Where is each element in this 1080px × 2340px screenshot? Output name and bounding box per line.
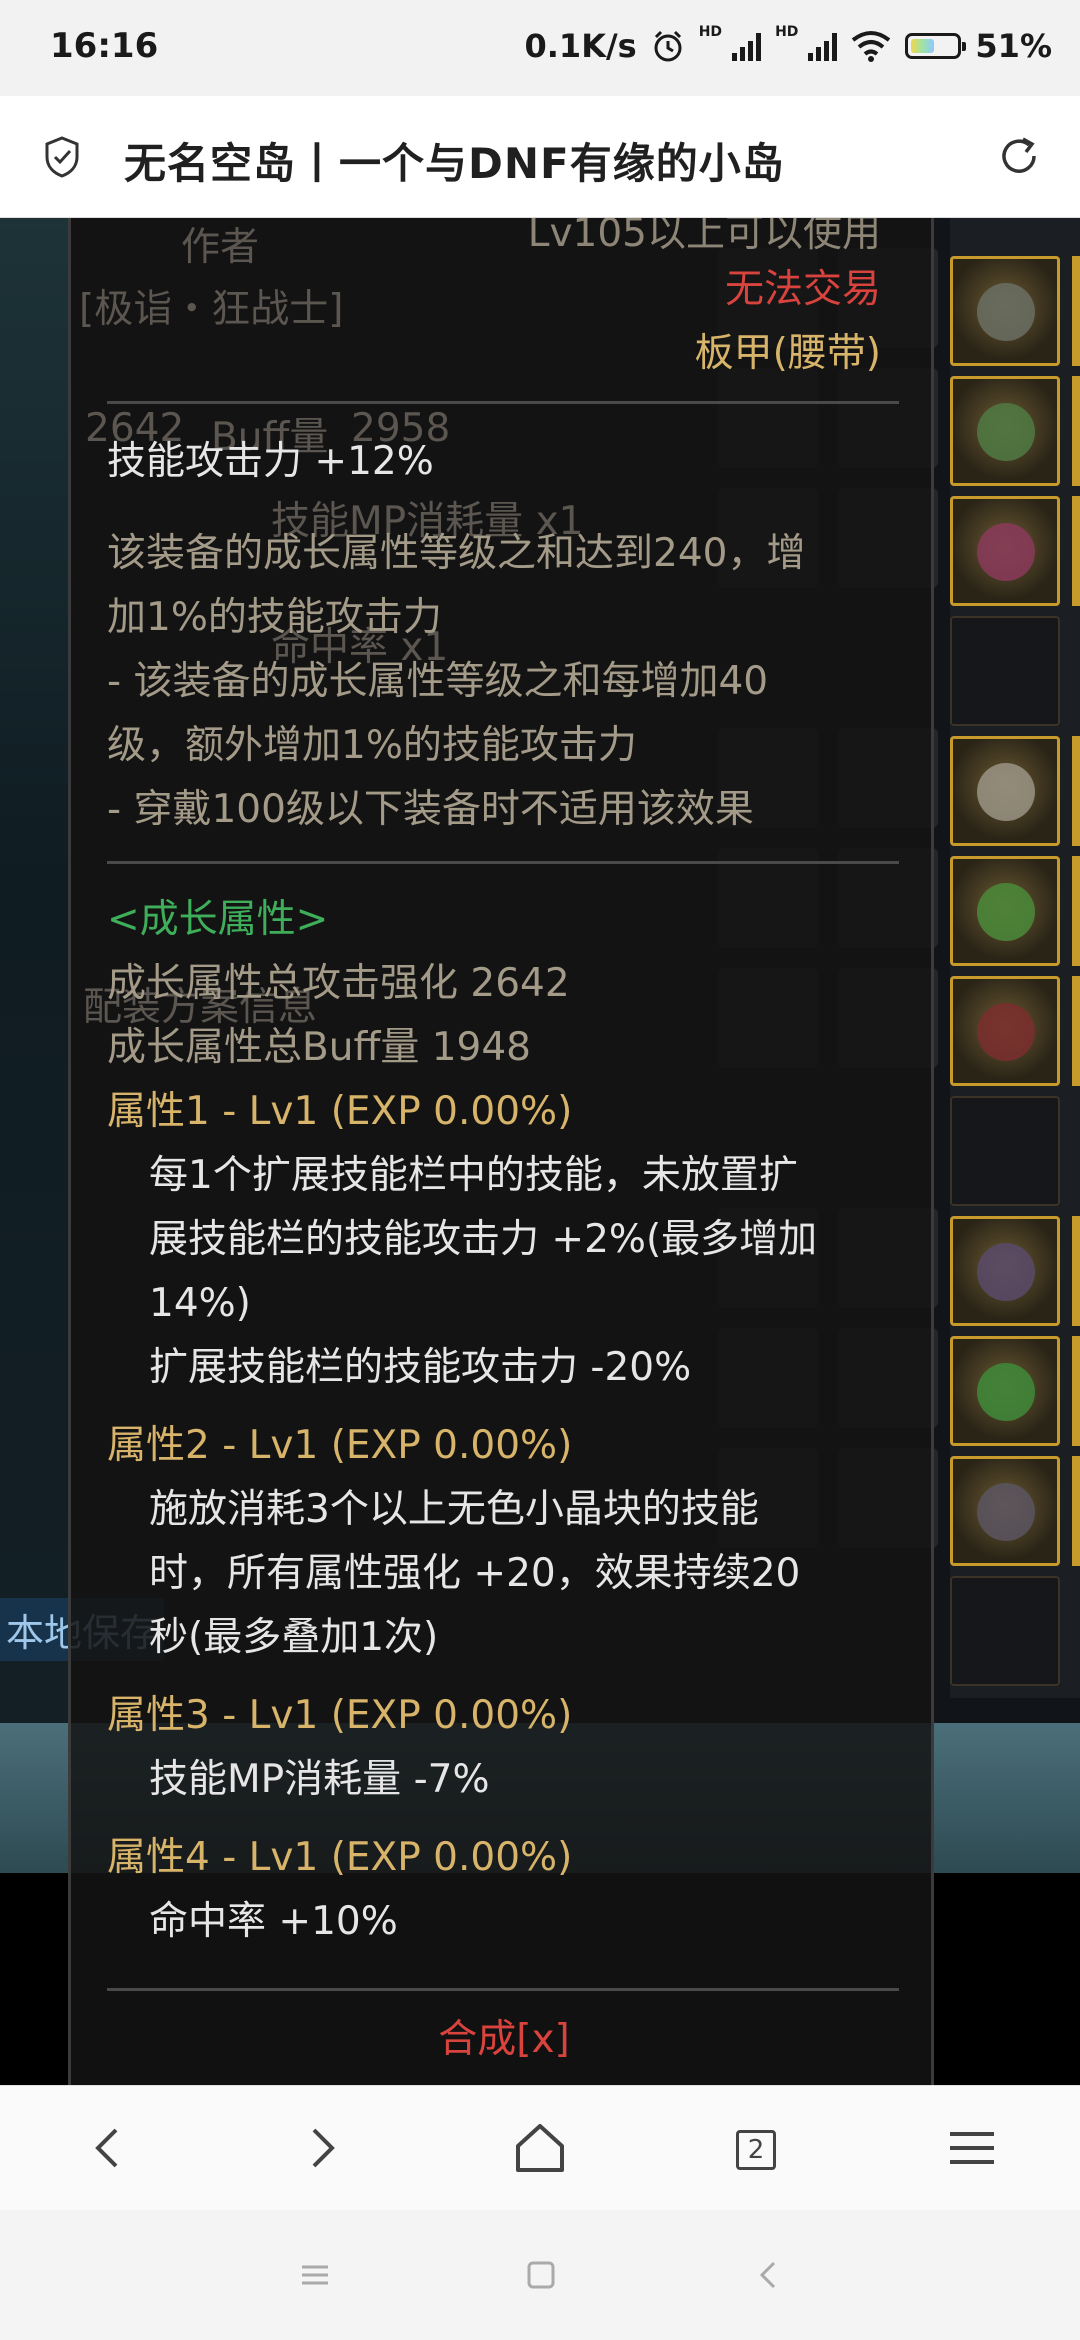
item-icon bbox=[977, 1003, 1035, 1061]
item-icon bbox=[977, 763, 1035, 821]
attr1-title: 属性1 - Lv1 (EXP 0.00%) bbox=[107, 1089, 573, 1134]
attr4-line: 命中率 +10% bbox=[149, 1899, 398, 1944]
back-icon[interactable] bbox=[76, 2116, 140, 2180]
signal-icon-sim2 bbox=[808, 31, 838, 61]
sim1-hd-label: HD bbox=[698, 24, 723, 40]
item-type: 板甲(腰带) bbox=[694, 331, 881, 376]
battery-percent: 51% bbox=[975, 27, 1052, 65]
home-icon[interactable] bbox=[508, 2116, 572, 2180]
item-icon bbox=[977, 1363, 1035, 1421]
page-title: 无名空岛丨一个与DNF有缘的小岛 bbox=[124, 139, 785, 188]
tabs-button[interactable]: 2 bbox=[736, 2130, 776, 2170]
item-icon bbox=[977, 1483, 1035, 1541]
status-right: 0.1K/s HD HD 51% bbox=[525, 24, 1053, 68]
attr3-line: 技能MP消耗量 -7% bbox=[149, 1757, 490, 1802]
equip-slot-8-empty[interactable] bbox=[950, 1096, 1060, 1206]
wifi-icon bbox=[852, 31, 891, 62]
growth-total-buff: 成长属性总Buff量 1948 bbox=[107, 1025, 531, 1070]
desc-line: - 该装备的成长属性等级之和每增加40 bbox=[107, 659, 769, 704]
equipment-slot-column bbox=[950, 218, 1080, 1698]
signal-icon-sim1 bbox=[732, 31, 762, 61]
sim2-hd-label: HD bbox=[775, 24, 799, 40]
growth-header: <成长属性> bbox=[107, 897, 329, 942]
browser-title-bar: 无名空岛丨一个与DNF有缘的小岛 bbox=[0, 96, 1080, 218]
net-speed: 0.1K/s bbox=[524, 27, 637, 65]
divider bbox=[107, 401, 899, 404]
slot-edge bbox=[1072, 1456, 1080, 1566]
skill-attack-bonus: 技能攻击力 +12% bbox=[107, 439, 434, 484]
menu-icon[interactable] bbox=[940, 2116, 1004, 2180]
slot-edge bbox=[1072, 1336, 1080, 1446]
system-back-icon[interactable] bbox=[752, 2258, 786, 2292]
item-tooltip: 作者 [极诣・狂战士] 2642 Buff量 2958 技能MP消耗量 x1 命… bbox=[68, 218, 934, 2085]
item-icon bbox=[977, 883, 1035, 941]
growth-total-attack: 成长属性总攻击强化 2642 bbox=[107, 961, 570, 1006]
item-icon bbox=[977, 523, 1035, 581]
system-nav-bar bbox=[0, 2210, 1080, 2340]
equip-slot-3[interactable] bbox=[950, 496, 1060, 606]
attr1-line: 每1个扩展技能栏中的技能，未放置扩 bbox=[149, 1153, 798, 1198]
alarm-icon bbox=[654, 30, 682, 62]
attr2-title: 属性2 - Lv1 (EXP 0.00%) bbox=[107, 1423, 573, 1468]
item-icon bbox=[977, 1243, 1035, 1301]
equip-slot-5[interactable] bbox=[950, 736, 1060, 846]
attr4-title: 属性4 - Lv1 (EXP 0.00%) bbox=[107, 1835, 573, 1880]
game-content: 本地保存 作者 [极诣・狂战士] 2642 Buff bbox=[0, 218, 1080, 2085]
divider bbox=[107, 861, 899, 864]
slot-edge bbox=[1072, 856, 1080, 966]
desc-line: 级，额外增加1%的技能攻击力 bbox=[107, 723, 637, 768]
equip-slot-4-empty[interactable] bbox=[950, 616, 1060, 726]
equip-slot-9[interactable] bbox=[950, 1216, 1060, 1326]
level-requirement: Lv105以上可以使用 bbox=[527, 218, 881, 256]
bg-author-label: 作者 bbox=[181, 225, 260, 270]
battery-icon bbox=[905, 33, 967, 59]
slot-edge bbox=[1072, 376, 1080, 486]
desc-line: 加1%的技能攻击力 bbox=[107, 595, 442, 640]
equip-slot-6[interactable] bbox=[950, 856, 1060, 966]
desc-line: - 穿戴100级以下装备时不适用该效果 bbox=[107, 787, 754, 832]
slot-edge bbox=[1072, 256, 1080, 366]
forward-icon[interactable] bbox=[290, 2116, 354, 2180]
attr1-line: 扩展技能栏的技能攻击力 -20% bbox=[149, 1345, 692, 1390]
item-icon bbox=[977, 283, 1035, 341]
synthesis-label: 合成[x] bbox=[438, 2017, 570, 2062]
equip-slot-7[interactable] bbox=[950, 976, 1060, 1086]
attr1-line: 展技能栏的技能攻击力 +2%(最多增加 bbox=[149, 1217, 818, 1262]
shield-check-icon[interactable] bbox=[44, 136, 80, 178]
attr2-line: 时，所有属性强化 +20，效果持续20 bbox=[149, 1551, 801, 1596]
battery-fill bbox=[911, 39, 934, 53]
equip-slot-12-empty[interactable] bbox=[950, 1576, 1060, 1686]
trade-status: 无法交易 bbox=[724, 267, 881, 312]
slot-edge bbox=[1072, 976, 1080, 1086]
slot-edge bbox=[1072, 496, 1080, 606]
slot-edge bbox=[1072, 736, 1080, 846]
desc-line: 该装备的成长属性等级之和达到240，增 bbox=[107, 531, 806, 576]
attr2-line: 秒(最多叠加1次) bbox=[149, 1615, 439, 1660]
status-bar: 16:16 0.1K/s HD HD 51% bbox=[0, 0, 1080, 96]
equip-slot-10[interactable] bbox=[950, 1336, 1060, 1446]
attr1-line: 14%) bbox=[149, 1281, 251, 1326]
reload-icon[interactable] bbox=[996, 134, 1042, 180]
equip-slot-2[interactable] bbox=[950, 376, 1060, 486]
home-square-icon[interactable] bbox=[524, 2258, 558, 2292]
bg-class-label: [极诣・狂战士] bbox=[79, 287, 344, 332]
status-time: 16:16 bbox=[50, 26, 159, 66]
divider bbox=[107, 1988, 899, 1991]
attr3-title: 属性3 - Lv1 (EXP 0.00%) bbox=[107, 1693, 573, 1738]
equip-slot-11[interactable] bbox=[950, 1456, 1060, 1566]
equip-slot-1[interactable] bbox=[950, 256, 1060, 366]
attr2-line: 施放消耗3个以上无色小晶块的技能 bbox=[149, 1487, 759, 1532]
browser-nav-bar bbox=[0, 2085, 1080, 2210]
recents-icon[interactable] bbox=[298, 2258, 332, 2292]
slot-edge bbox=[1072, 1216, 1080, 1326]
item-icon bbox=[977, 403, 1035, 461]
